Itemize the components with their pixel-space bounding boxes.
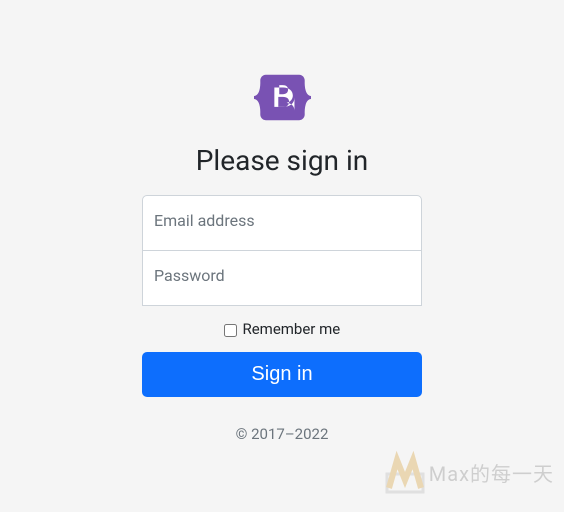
signin-form: Please sign in Email address Password Re… — [142, 69, 422, 443]
remember-me-label[interactable]: Remember me — [224, 320, 340, 338]
password-input[interactable] — [142, 250, 422, 306]
email-field-wrapper: Email address — [142, 195, 422, 250]
email-input[interactable] — [142, 195, 422, 251]
remember-me-wrapper: Remember me — [142, 320, 422, 338]
watermark-m-icon — [383, 450, 427, 494]
remember-me-checkbox[interactable] — [224, 324, 237, 337]
copyright-text: © 2017–2022 — [142, 425, 422, 443]
password-field-wrapper: Password — [142, 250, 422, 306]
remember-me-text: Remember me — [239, 320, 340, 338]
signin-button[interactable]: Sign in — [142, 352, 422, 397]
watermark: Max的每一天 — [383, 450, 554, 494]
bootstrap-logo-icon — [254, 69, 311, 126]
watermark-text: Max的每一天 — [429, 458, 554, 487]
signin-heading: Please sign in — [142, 144, 422, 177]
